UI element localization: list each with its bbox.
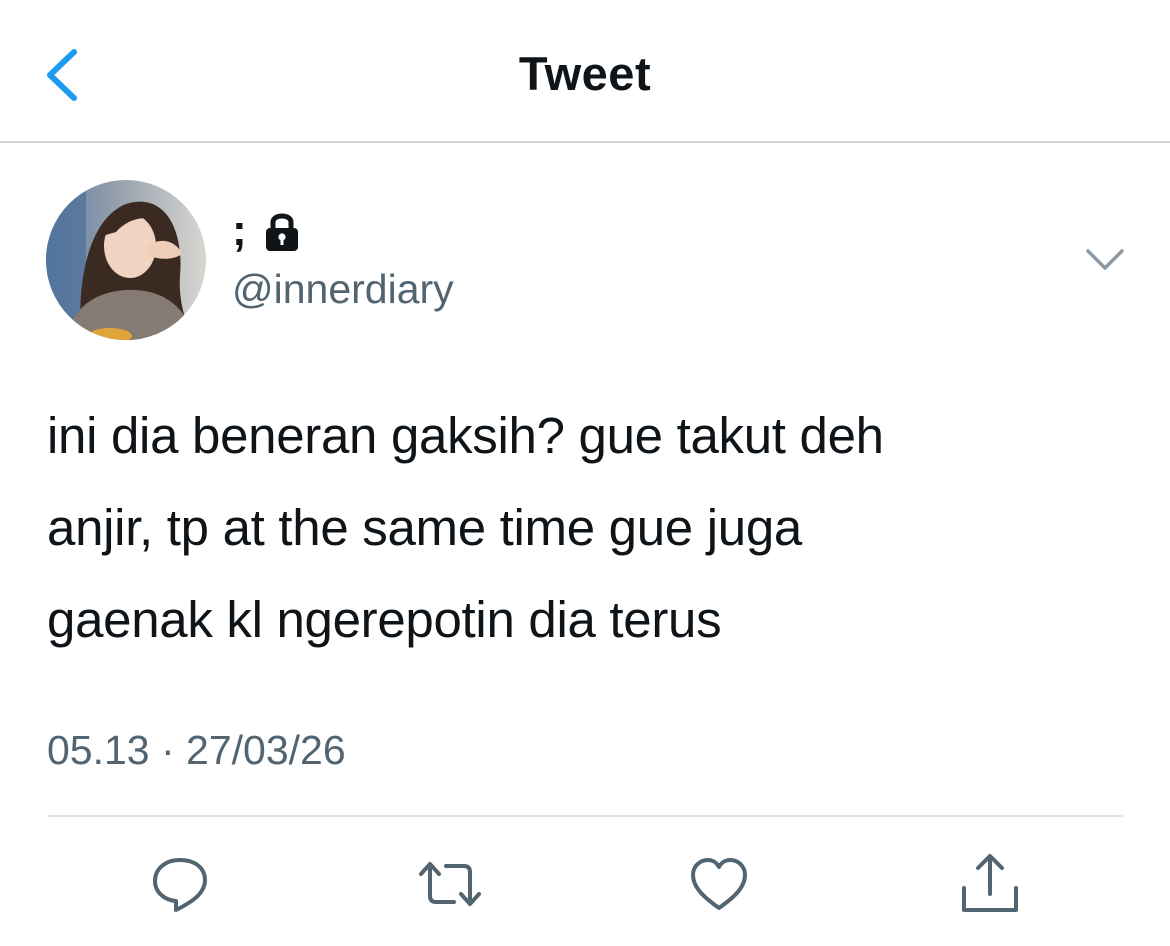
retweet-arrows-icon <box>419 862 481 906</box>
avatar[interactable] <box>46 180 206 340</box>
like-button[interactable] <box>687 852 751 916</box>
tweet-options-button[interactable] <box>1084 242 1126 278</box>
speech-bubble-icon <box>153 858 207 912</box>
author-display-name[interactable]: ; <box>232 206 247 256</box>
tweet-text: ini dia beneran gaksih? gue takut deh an… <box>47 390 1137 666</box>
reply-button[interactable] <box>148 852 212 916</box>
share-button[interactable] <box>958 852 1022 916</box>
tweet-text-line: ini dia beneran gaksih? gue takut deh <box>47 407 884 464</box>
tweet-timestamp[interactable]: 05.13 · 27/03/26 <box>47 727 346 774</box>
lock-icon <box>265 213 298 251</box>
tweet-text-line: anjir, tp at the same time gue juga <box>47 499 802 556</box>
author-handle[interactable]: @innerdiary <box>232 266 454 313</box>
share-upload-icon <box>962 854 1018 912</box>
profile-photo <box>46 180 206 340</box>
retweet-button[interactable] <box>418 852 482 916</box>
app-header: Tweet <box>0 0 1170 143</box>
divider <box>47 815 1123 817</box>
heart-icon <box>691 858 747 910</box>
chevron-down-icon <box>1086 249 1124 270</box>
tweet-text-line: gaenak kl ngerepotin dia terus <box>47 591 722 648</box>
author-name-row: ; <box>232 206 303 256</box>
page-title: Tweet <box>518 47 652 100</box>
